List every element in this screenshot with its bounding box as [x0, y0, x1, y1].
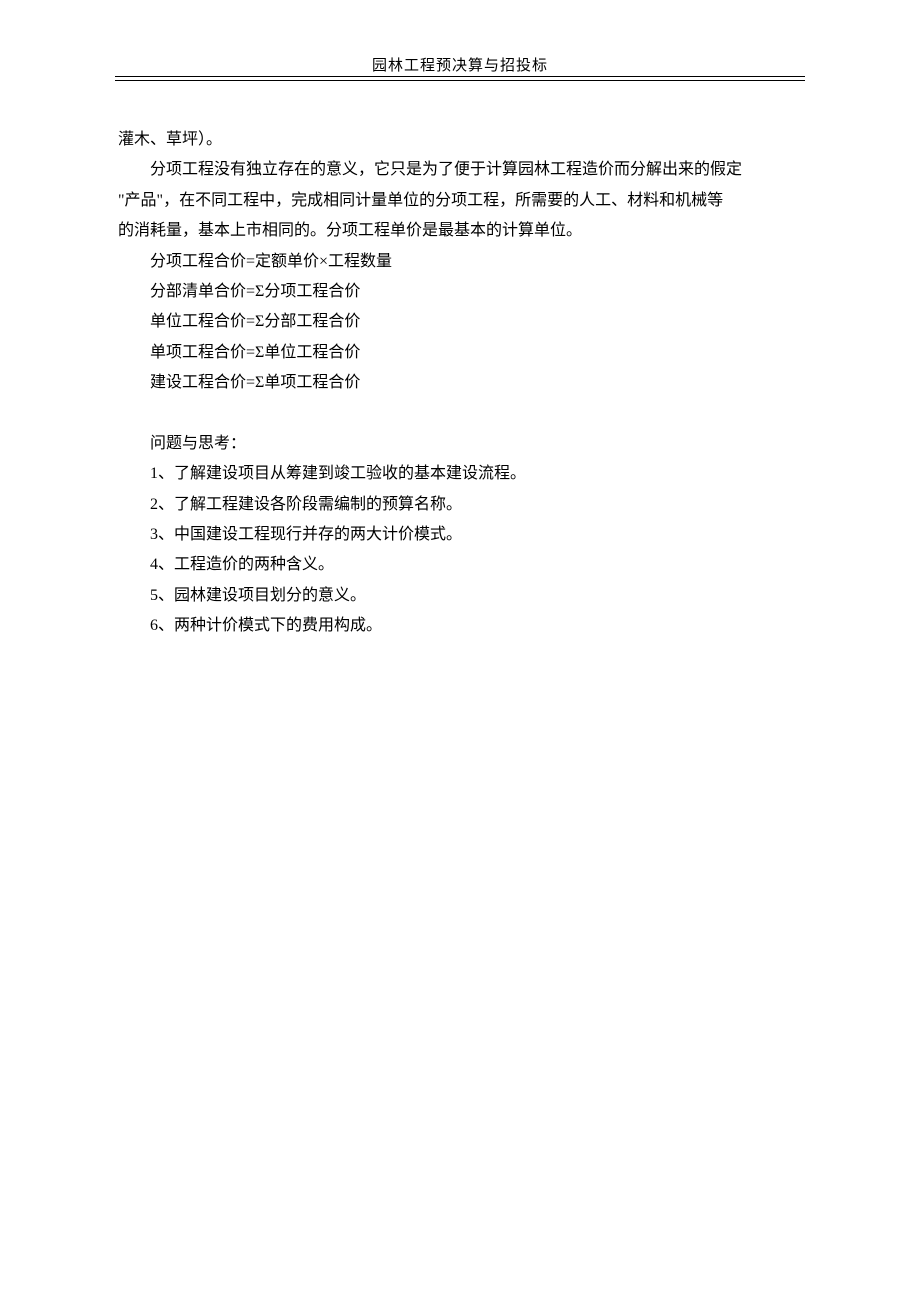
formula-line: 分项工程合价=定额单价×工程数量: [118, 247, 808, 277]
header-title: 园林工程预决算与招投标: [372, 58, 548, 74]
question-item: 1、了解建设项目从筹建到竣工验收的基本建设流程。: [118, 459, 808, 489]
question-item: 2、了解工程建设各阶段需编制的预算名称。: [118, 490, 808, 520]
question-item: 5、园林建设项目划分的意义。: [118, 581, 808, 611]
question-item: 4、工程造价的两种含义。: [118, 550, 808, 580]
paragraph-line: 分项工程没有独立存在的意义，它只是为了便于计算园林工程造价而分解出来的假定: [118, 155, 808, 185]
formula-line: 单位工程合价=Σ分部工程合价: [118, 307, 808, 337]
body-line-continuation: 灌木、草坪）。: [118, 125, 808, 155]
header-rule-top: [115, 76, 805, 77]
formula-line: 建设工程合价=Σ单项工程合价: [118, 368, 808, 398]
question-item: 3、中国建设工程现行并存的两大计价模式。: [118, 520, 808, 550]
paragraph-line: "产品"，在不同工程中，完成相同计量单位的分项工程，所需要的人工、材料和机械等: [118, 186, 808, 216]
formula-line: 分部清单合价=Σ分项工程合价: [118, 277, 808, 307]
question-item: 6、两种计价模式下的费用构成。: [118, 611, 808, 641]
questions-heading: 问题与思考：: [118, 429, 808, 459]
formula-line: 单项工程合价=Σ单位工程合价: [118, 338, 808, 368]
header-rule-bottom: [115, 80, 805, 81]
blank-line: [118, 399, 808, 429]
paragraph-line: 的消耗量，基本上市相同的。分项工程单价是最基本的计算单位。: [118, 216, 808, 246]
document-content: 灌木、草坪）。 分项工程没有独立存在的意义，它只是为了便于计算园林工程造价而分解…: [118, 125, 808, 642]
